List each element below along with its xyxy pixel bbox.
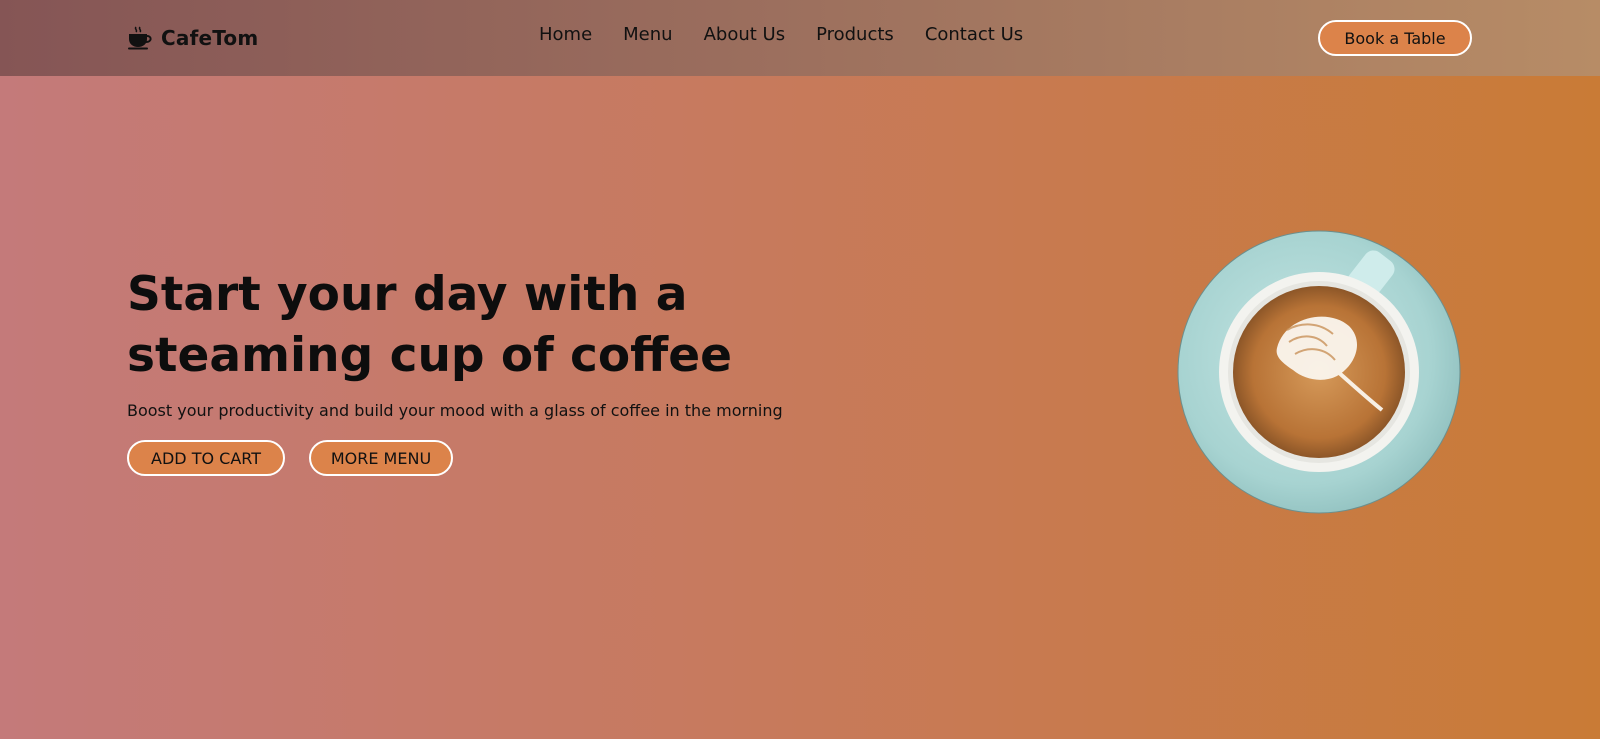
nav-about-us[interactable]: About Us — [704, 24, 786, 45]
hero-title: Start your day with a steaming cup of co… — [127, 264, 847, 386]
nav-contact-us[interactable]: Contact Us — [925, 24, 1023, 45]
nav-menu[interactable]: Menu — [623, 24, 672, 45]
book-a-table-button[interactable]: Book a Table — [1318, 20, 1472, 56]
add-to-cart-button[interactable]: ADD TO CART — [127, 440, 285, 476]
coffee-cup-image — [1177, 230, 1461, 514]
navbar: CafeTom Home Menu About Us Products Cont… — [0, 0, 1600, 76]
nav-products[interactable]: Products — [816, 24, 894, 45]
hero-subtitle: Boost your productivity and build your m… — [127, 401, 783, 420]
coffee-cup-icon — [128, 26, 152, 50]
brand-name: CafeTom — [161, 26, 259, 50]
hero-title-line-1: Start your day with a — [127, 267, 688, 322]
main-nav: Home Menu About Us Products Contact Us — [539, 24, 1023, 45]
brand-logo[interactable]: CafeTom — [127, 22, 258, 54]
nav-home[interactable]: Home — [539, 24, 592, 45]
more-menu-button[interactable]: MORE MENU — [309, 440, 453, 476]
hero-title-line-2: steaming cup of coffee — [127, 328, 732, 383]
